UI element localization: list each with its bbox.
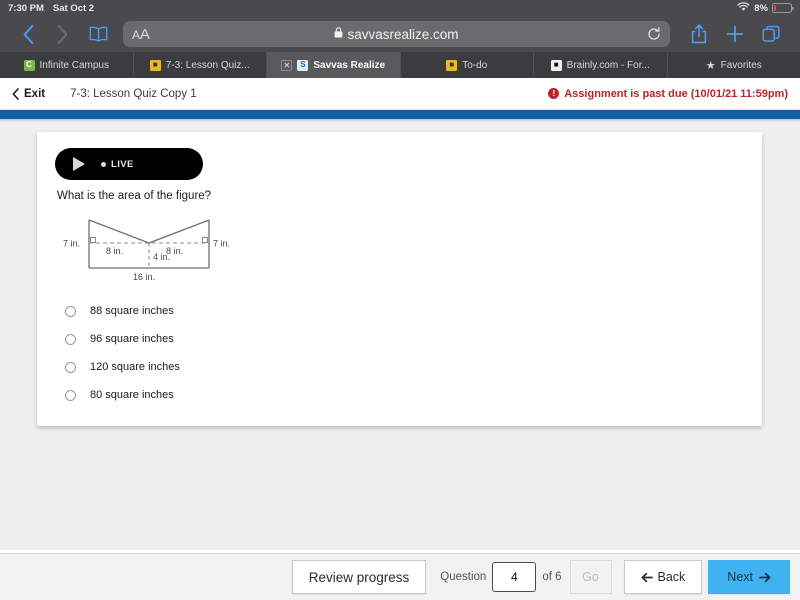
review-progress-button[interactable]: Review progress (291, 560, 427, 594)
answer-choice[interactable]: 96 square inches (65, 325, 744, 353)
lock-icon (334, 25, 343, 43)
radio-button[interactable] (65, 361, 76, 373)
ios-status-bar: 7:30 PM Sat Oct 2 8% (0, 0, 800, 16)
arrow-left-icon (641, 572, 653, 582)
fav-tab-label: Brainly.com - For... (566, 59, 650, 71)
radio-button[interactable] (65, 389, 76, 401)
fav-tab-lesson-quiz[interactable]: ■ 7-3: Lesson Quiz... (134, 52, 267, 78)
fav-tab-label: To-do (462, 59, 488, 71)
past-due-warning: ! Assignment is past due (10/01/21 11:59… (548, 88, 788, 100)
question-total-label: of 6 (542, 571, 562, 583)
next-question-button[interactable]: Next (708, 560, 790, 594)
choice-label: 96 square inches (90, 333, 174, 345)
savvas-app-header: Exit 7-3: Lesson Quiz Copy 1 ! Assignmen… (0, 78, 800, 110)
answer-choice[interactable]: 88 square inches (65, 297, 744, 325)
chevron-left-icon (12, 87, 19, 100)
label-right-height: 7 in. (213, 239, 230, 249)
back-button[interactable] (11, 19, 45, 49)
battery-icon (772, 3, 794, 13)
new-tab-icon[interactable] (717, 19, 753, 49)
address-bar[interactable]: AA savvasrealize.com (123, 21, 670, 47)
play-icon (73, 157, 85, 171)
fav-tab-favorites[interactable]: ★ Favorites (668, 52, 800, 78)
fav-tab-label: 7-3: Lesson Quiz... (165, 59, 250, 71)
choice-label: 80 square inches (90, 389, 174, 401)
close-icon[interactable]: ✕ (281, 59, 293, 71)
answer-choice[interactable]: 80 square inches (65, 381, 744, 409)
question-number-group: Question 4 of 6 (440, 562, 562, 592)
quiz-title: 7-3: Lesson Quiz Copy 1 (70, 87, 197, 100)
label-left-height: 7 in. (63, 239, 80, 249)
back-label: Back (657, 570, 686, 584)
blue-accent-band (0, 110, 800, 119)
todo-icon: ■ (446, 59, 458, 71)
live-label: LIVE (111, 158, 134, 170)
bookmarks-button[interactable] (79, 19, 117, 49)
area-figure-diagram: 7 in. 7 in. 8 in. 8 in. 4 in. 16 in. (61, 210, 744, 287)
label-top-left: 8 in. (106, 246, 123, 256)
savvas-realize-icon: S (297, 59, 309, 71)
infinite-campus-icon: C (23, 59, 35, 71)
choice-label: 120 square inches (90, 361, 180, 373)
fav-tab-label: Infinite Campus (39, 59, 109, 71)
brainly-icon: ■ (550, 59, 562, 71)
label-notch-depth: 4 in. (153, 252, 170, 262)
radio-button[interactable] (65, 305, 76, 317)
arrow-right-icon (759, 572, 771, 582)
question-word-label: Question (440, 571, 487, 583)
status-date: Sat Oct 2 (52, 2, 95, 14)
fav-tab-savvas-realize[interactable]: ✕ S Savvas Realize (267, 52, 401, 78)
text-size-icon[interactable]: AA (132, 26, 150, 43)
live-dot-icon (101, 161, 106, 167)
star-icon: ★ (705, 59, 716, 72)
question-number-input[interactable]: 4 (492, 562, 537, 592)
forward-button[interactable] (45, 19, 79, 49)
back-question-button[interactable]: Back (623, 560, 703, 594)
answer-choice[interactable]: 120 square inches (65, 353, 744, 381)
live-video-button[interactable]: LIVE (55, 148, 203, 180)
live-label-group: LIVE (101, 159, 134, 170)
exit-label: Exit (24, 87, 46, 100)
quiz-navigation-bar: Review progress Question 4 of 6 Go Back … (0, 553, 800, 600)
wifi-icon (737, 1, 750, 15)
go-button[interactable]: Go (569, 560, 612, 594)
url-text: savvasrealize.com (347, 26, 459, 42)
battery-percent-label: 8% (754, 2, 768, 14)
lesson-quiz-icon: ■ (149, 59, 161, 71)
share-icon[interactable] (681, 19, 717, 49)
fav-tab-brainly[interactable]: ■ Brainly.com - For... (534, 52, 668, 78)
question-prompt: What is the area of the figure? (57, 190, 212, 202)
fav-tab-label: Savvas Realize (313, 59, 386, 71)
fav-tab-infinite-campus[interactable]: C Infinite Campus (0, 52, 134, 78)
fav-tab-todo[interactable]: ■ To-do (401, 52, 534, 78)
answer-choices: 88 square inches 96 square inches 120 sq… (55, 297, 744, 409)
status-time: 7:30 PM (8, 2, 44, 14)
past-due-text: Assignment is past due (10/01/21 11:59pm… (564, 87, 788, 100)
alert-icon: ! (548, 88, 560, 99)
exit-button[interactable]: Exit (12, 88, 45, 100)
next-label: Next (727, 570, 753, 584)
label-base: 16 in. (133, 272, 155, 282)
safari-toolbar: AA savvasrealize.com (0, 16, 800, 52)
tabs-icon[interactable] (753, 19, 789, 49)
favorites-bar: C Infinite Campus ■ 7-3: Lesson Quiz... … (0, 52, 800, 78)
choice-label: 88 square inches (90, 305, 174, 317)
reload-icon[interactable] (647, 27, 661, 41)
radio-button[interactable] (65, 333, 76, 345)
quiz-content-area: LIVE What is the area of the figure? 7 i… (0, 122, 800, 550)
fav-tab-label: Favorites (720, 59, 762, 71)
question-card: LIVE What is the area of the figure? 7 i… (37, 132, 762, 426)
